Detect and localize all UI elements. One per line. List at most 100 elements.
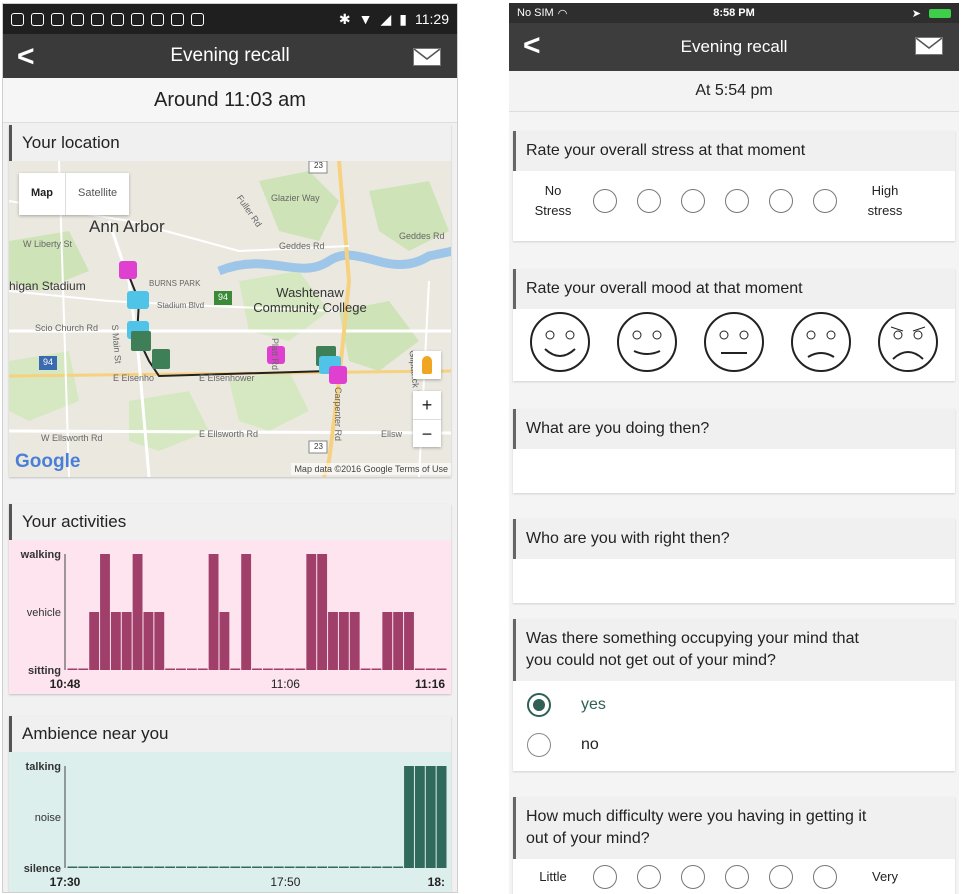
- ambience-chart-bar: [338, 866, 349, 868]
- occupy-option-yes-label: yes: [581, 696, 606, 713]
- map-view[interactable]: Glazier Way Geddes Rd Geddes Rd Fuller R…: [9, 161, 451, 477]
- battery-icon: ▮: [399, 10, 407, 27]
- mail-icon[interactable]: [413, 48, 441, 66]
- radio-unselected-icon[interactable]: [527, 733, 551, 757]
- with-answer-field[interactable]: [513, 559, 955, 599]
- difficulty-option-5[interactable]: [769, 865, 793, 889]
- map-label-college: Washtenaw Community College: [253, 285, 367, 315]
- occupy-option-no[interactable]: no: [513, 725, 955, 765]
- stress-option-4[interactable]: [725, 189, 749, 213]
- activities-chart-bar: [371, 668, 382, 670]
- doing-question-title: What are you doing then?: [513, 409, 955, 449]
- difficulty-option-2[interactable]: [637, 865, 661, 889]
- difficulty-low-label: Little: [539, 869, 567, 884]
- ambience-chart-svg: silence noise talking 17:30 17:50 18:: [24, 761, 447, 889]
- time-header: Around 11:03 am: [3, 78, 457, 123]
- difficulty-option-1[interactable]: [593, 865, 617, 889]
- activities-chart-bar: [360, 668, 371, 670]
- map-label-ellsworth-e: E Ellsworth Rd: [199, 429, 259, 439]
- very-sad-face-icon[interactable]: [873, 311, 943, 373]
- activities-card-title: Your activities: [9, 504, 451, 540]
- activities-chart-bar: [404, 612, 414, 670]
- gallery-icon: [91, 12, 104, 26]
- terms-of-use-link[interactable]: Terms of Use: [395, 464, 448, 474]
- street-view-pegman-icon[interactable]: [413, 351, 441, 379]
- zoom-control: + −: [413, 391, 441, 447]
- ios-status-bar: No SIM ◠ 8:58 PM ➤: [509, 3, 959, 23]
- map-shield-94b: 94: [43, 357, 54, 367]
- activities-chart-bar: [241, 554, 252, 670]
- page-title: Evening recall: [170, 45, 290, 66]
- doing-question-card: What are you doing then?: [513, 409, 955, 493]
- activities-chart-x-tick: 11:16: [415, 677, 445, 691]
- mail-icon[interactable]: [915, 37, 943, 55]
- ambience-chart-bar: [371, 866, 382, 868]
- map-type-satellite-button[interactable]: Satellite: [66, 173, 129, 215]
- stress-low-label: No Stress: [534, 183, 572, 218]
- map-label-eisenhower: E Eisenho: [113, 373, 155, 383]
- doing-answer-field[interactable]: [513, 449, 955, 489]
- activities-chart-bar: [252, 668, 262, 670]
- map-label-eisenhower-2: E Eisenhower: [199, 373, 255, 383]
- ambience-chart-x-tick: 18:: [428, 875, 445, 889]
- time-header: At 5:54 pm: [509, 71, 959, 112]
- mood-faces: [513, 309, 955, 375]
- sad-face-icon[interactable]: [786, 311, 856, 373]
- instagram-icon-2: [171, 12, 184, 26]
- back-icon[interactable]: <: [17, 40, 35, 74]
- occupy-option-yes[interactable]: yes: [513, 685, 955, 725]
- stress-option-2[interactable]: [637, 189, 661, 213]
- happy-face-icon[interactable]: [612, 311, 682, 373]
- activities-card: Your activities sitting vehicle walking 10:…: [9, 504, 451, 694]
- activities-chart-bar: [121, 612, 132, 670]
- ambience-chart-bar: [328, 866, 338, 868]
- clipboard-icon: [111, 12, 124, 26]
- map-label-ellsworth-w: W Ellsworth Rd: [41, 433, 103, 443]
- ambience-chart-x-tick: 17:50: [270, 875, 300, 889]
- ambience-chart-bar: [110, 866, 121, 868]
- ambience-chart-bar: [360, 866, 371, 868]
- map-road-label-geddes: Geddes Rd: [279, 241, 325, 251]
- app-bar: < Evening recall: [509, 23, 959, 71]
- map-attribution: Map data ©2016 Google Terms of Use: [291, 463, 451, 475]
- map-type-map-button[interactable]: Map: [19, 173, 66, 215]
- back-icon[interactable]: <: [523, 29, 541, 63]
- ambience-chart-bar: [393, 866, 404, 868]
- zoom-in-button[interactable]: +: [413, 391, 441, 420]
- stress-option-1[interactable]: [593, 189, 617, 213]
- zoom-out-button[interactable]: −: [413, 420, 441, 448]
- activities-chart-bar: [414, 668, 425, 670]
- occupy-question-title: Was there something occupying your mind …: [513, 619, 955, 681]
- activities-chart-bar: [382, 612, 393, 670]
- radio-selected-icon[interactable]: [527, 693, 551, 717]
- activities-chart-bar: [317, 554, 328, 670]
- ambience-chart-bar: [382, 866, 393, 868]
- difficulty-option-3[interactable]: [681, 865, 705, 889]
- stress-option-3[interactable]: [681, 189, 705, 213]
- stress-question-title: Rate your overall stress at that moment: [513, 131, 955, 171]
- neutral-face-icon[interactable]: [699, 311, 769, 373]
- difficulty-high-label: Very: [871, 869, 898, 884]
- location-card: Your location Glazier Way Geddes Rd Gedd…: [9, 125, 451, 477]
- difficulty-option-4[interactable]: [725, 865, 749, 889]
- map-label-platt: Platt Rd: [270, 337, 281, 371]
- very-happy-face-icon[interactable]: [525, 311, 595, 373]
- difficulty-option-6[interactable]: [813, 865, 837, 889]
- stress-option-6[interactable]: [813, 189, 837, 213]
- activities-chart-bar: [154, 612, 165, 670]
- activities-chart-bar: [393, 612, 404, 670]
- activities-chart-bar: [349, 612, 360, 670]
- map-shield-23a: 23: [314, 161, 323, 170]
- occupy-option-no-label: no: [581, 736, 599, 753]
- activities-chart-bar: [176, 668, 186, 670]
- with-question-card: Who are you with right then?: [513, 519, 955, 603]
- stress-option-5[interactable]: [769, 189, 793, 213]
- activities-chart-bar: [295, 668, 306, 670]
- ambience-chart-bar: [78, 866, 89, 868]
- ambience-chart-bar: [425, 766, 436, 868]
- messenger-icon: [51, 12, 64, 26]
- activities-chart-bar: [306, 554, 317, 670]
- activities-chart-bar: [186, 668, 197, 670]
- ambience-chart-bar: [100, 866, 110, 868]
- page-title: Evening recall: [680, 37, 788, 56]
